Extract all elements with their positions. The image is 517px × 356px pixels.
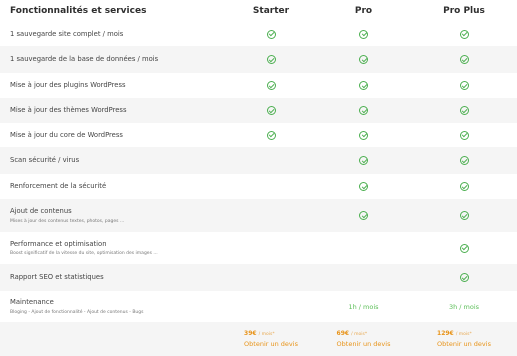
plan-pro-header: Pro — [354, 6, 373, 16]
feature-name: 1 sauvegarde site complet / mois — [10, 29, 124, 38]
table-row: Scan sécurité / virus — [0, 147, 517, 174]
table-row: Ajout de contenus Mises à jour des conte… — [0, 199, 517, 232]
feature-name: Rapport SEO et statistiques — [10, 273, 104, 282]
check-circle-icon — [266, 55, 276, 64]
table-row: Rapport SEO et statistiques — [0, 264, 517, 291]
check-circle-icon — [459, 182, 469, 191]
pro-price-block: 69€ / mois* Obtenir un devis — [337, 330, 391, 348]
starter-price: 39€ / mois* — [244, 330, 275, 337]
feature-name: Renforcement de la sécurité — [10, 182, 107, 191]
check-circle-icon — [359, 81, 368, 90]
check-circle-icon — [459, 273, 469, 282]
check-circle-icon — [459, 29, 469, 39]
check-circle-icon — [459, 243, 469, 253]
feature-name: Mise à jour des plugins WordPress — [10, 81, 126, 90]
feature-name: Mise à jour des thèmes WordPress — [10, 106, 127, 115]
proplus-price: 129€ / mois* — [437, 330, 472, 337]
table-row: 1 sauvegarde de la base de données / moi… — [0, 46, 517, 73]
check-circle-icon — [459, 81, 469, 90]
check-circle-icon — [359, 211, 368, 220]
feature-name: 1 sauvegarde de la base de données / moi… — [10, 55, 159, 64]
check-circle-icon — [359, 182, 368, 191]
pro-quote-link[interactable]: Obtenir un devis — [337, 340, 391, 348]
check-circle-icon — [266, 130, 276, 140]
table-row: Performance et optimisation Boost signif… — [0, 232, 517, 264]
check-circle-icon — [266, 106, 276, 115]
maintenance-hours-pro: 1h / mois — [348, 302, 379, 311]
proplus-quote-link[interactable]: Obtenir un devis — [437, 340, 491, 348]
table-header: Fonctionnalités et services Starter Pro … — [0, 0, 517, 22]
check-circle-icon — [266, 81, 276, 90]
check-circle-icon — [359, 130, 368, 140]
feature-name: Ajout de contenus — [10, 207, 72, 216]
feature-name: Scan sécurité / virus — [10, 156, 80, 165]
check-circle-icon — [359, 29, 368, 39]
starter-price-block: 39€ / mois* Obtenir un devis — [244, 330, 298, 348]
features-header: Fonctionnalités et services — [10, 6, 147, 16]
plan-proplus-header: Pro Plus — [443, 6, 485, 16]
feature-subtitle: Mises à jour des contenus textes, photos… — [10, 218, 125, 224]
check-circle-icon — [359, 106, 368, 115]
feature-name: Mise à jour du core de WordPress — [10, 130, 123, 139]
maintenance-hours-proplus: 3h / mois — [448, 302, 480, 311]
pricing-table: Fonctionnalités et services Starter Pro … — [0, 0, 517, 356]
table-row: Mise à jour du core de WordPress — [0, 123, 517, 147]
check-circle-icon — [359, 55, 368, 64]
check-circle-icon — [459, 130, 469, 140]
plan-starter-header: Starter — [252, 6, 290, 16]
table-row: 1 sauvegarde site complet / mois — [0, 22, 517, 46]
check-circle-icon — [359, 156, 368, 165]
table-row: Mise à jour des thèmes WordPress — [0, 98, 517, 123]
table-row: Mise à jour des plugins WordPress — [0, 73, 517, 98]
pro-price: 69€ / mois* — [336, 330, 368, 337]
check-circle-icon — [459, 55, 469, 64]
feature-subtitle: Bloging - Ajout de fonctionnalité - Ajou… — [10, 309, 144, 315]
feature-name: Performance et optimisation — [10, 239, 107, 248]
feature-name: Maintenance — [10, 298, 54, 307]
feature-subtitle: Boost significatif de la vitesse du site… — [10, 251, 158, 257]
proplus-price-block: 129€ / mois* Obtenir un devis — [437, 330, 491, 348]
starter-quote-link[interactable]: Obtenir un devis — [244, 340, 298, 348]
check-circle-icon — [459, 211, 469, 220]
pricing-row: 39€ / mois* Obtenir un devis 69€ / mois*… — [0, 322, 517, 356]
table-row: Renforcement de la sécurité — [0, 174, 517, 199]
check-circle-icon — [459, 156, 469, 165]
check-circle-icon — [266, 29, 276, 39]
check-circle-icon — [459, 106, 469, 115]
table-row: Maintenance Bloging - Ajout de fonctionn… — [0, 291, 517, 322]
